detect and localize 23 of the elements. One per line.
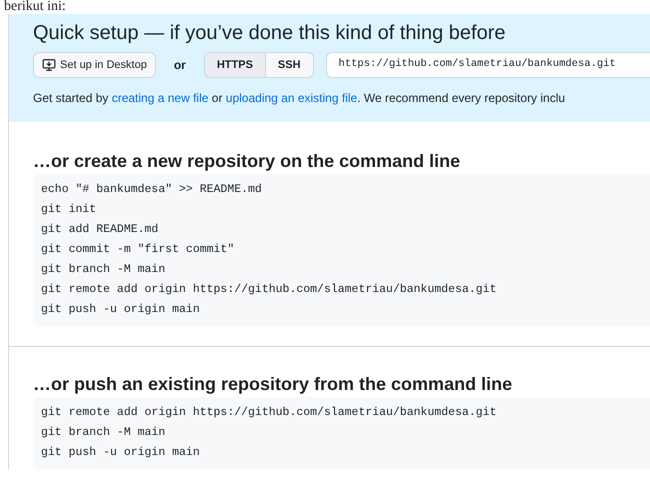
protocol-tab[interactable]: SSH (264, 52, 314, 78)
code-line: git branch -M main (41, 262, 166, 278)
clone-url-field[interactable]: https://github.com/slametriau/bankumdesa.git (326, 52, 650, 78)
code-line: git remote add origin https://github.com/slametriau/bankumdesa.git (41, 282, 496, 298)
code-line: echo "# bankumdesa" >> README.md (41, 182, 262, 198)
code-line: git add README.md (41, 222, 158, 238)
text-link[interactable]: creating a new file (112, 91, 208, 105)
desktop-download-icon (42, 58, 56, 72)
section-title: …or push an existing repository from the command line (33, 373, 512, 395)
section-title: …or create a new repository on the command line (33, 150, 460, 172)
setup-desktop-button[interactable]: Set up in Desktop (33, 52, 156, 78)
document-text: berikut ini: (3, 0, 66, 14)
code-line: git push -u origin main (41, 445, 200, 461)
code-line: git init (41, 202, 96, 218)
or-text: or (172, 57, 187, 74)
text-link[interactable]: uploading an existing file (226, 91, 358, 105)
code-line: git commit -m "first commit" (41, 242, 234, 258)
code-line: git push -u origin main (41, 302, 200, 318)
code-line: git remote add origin https://github.com/slametriau/bankumdesa.git (41, 405, 496, 421)
section-title: Quick setup — if you’ve done this kind of thing before (33, 21, 506, 46)
protocol-tab[interactable]: HTTPS (204, 52, 266, 78)
code-line: git branch -M main (41, 425, 166, 441)
get-started-text: Get started by creating a new file or uploading an existing file. We recommend every repository inclu (33, 90, 566, 106)
